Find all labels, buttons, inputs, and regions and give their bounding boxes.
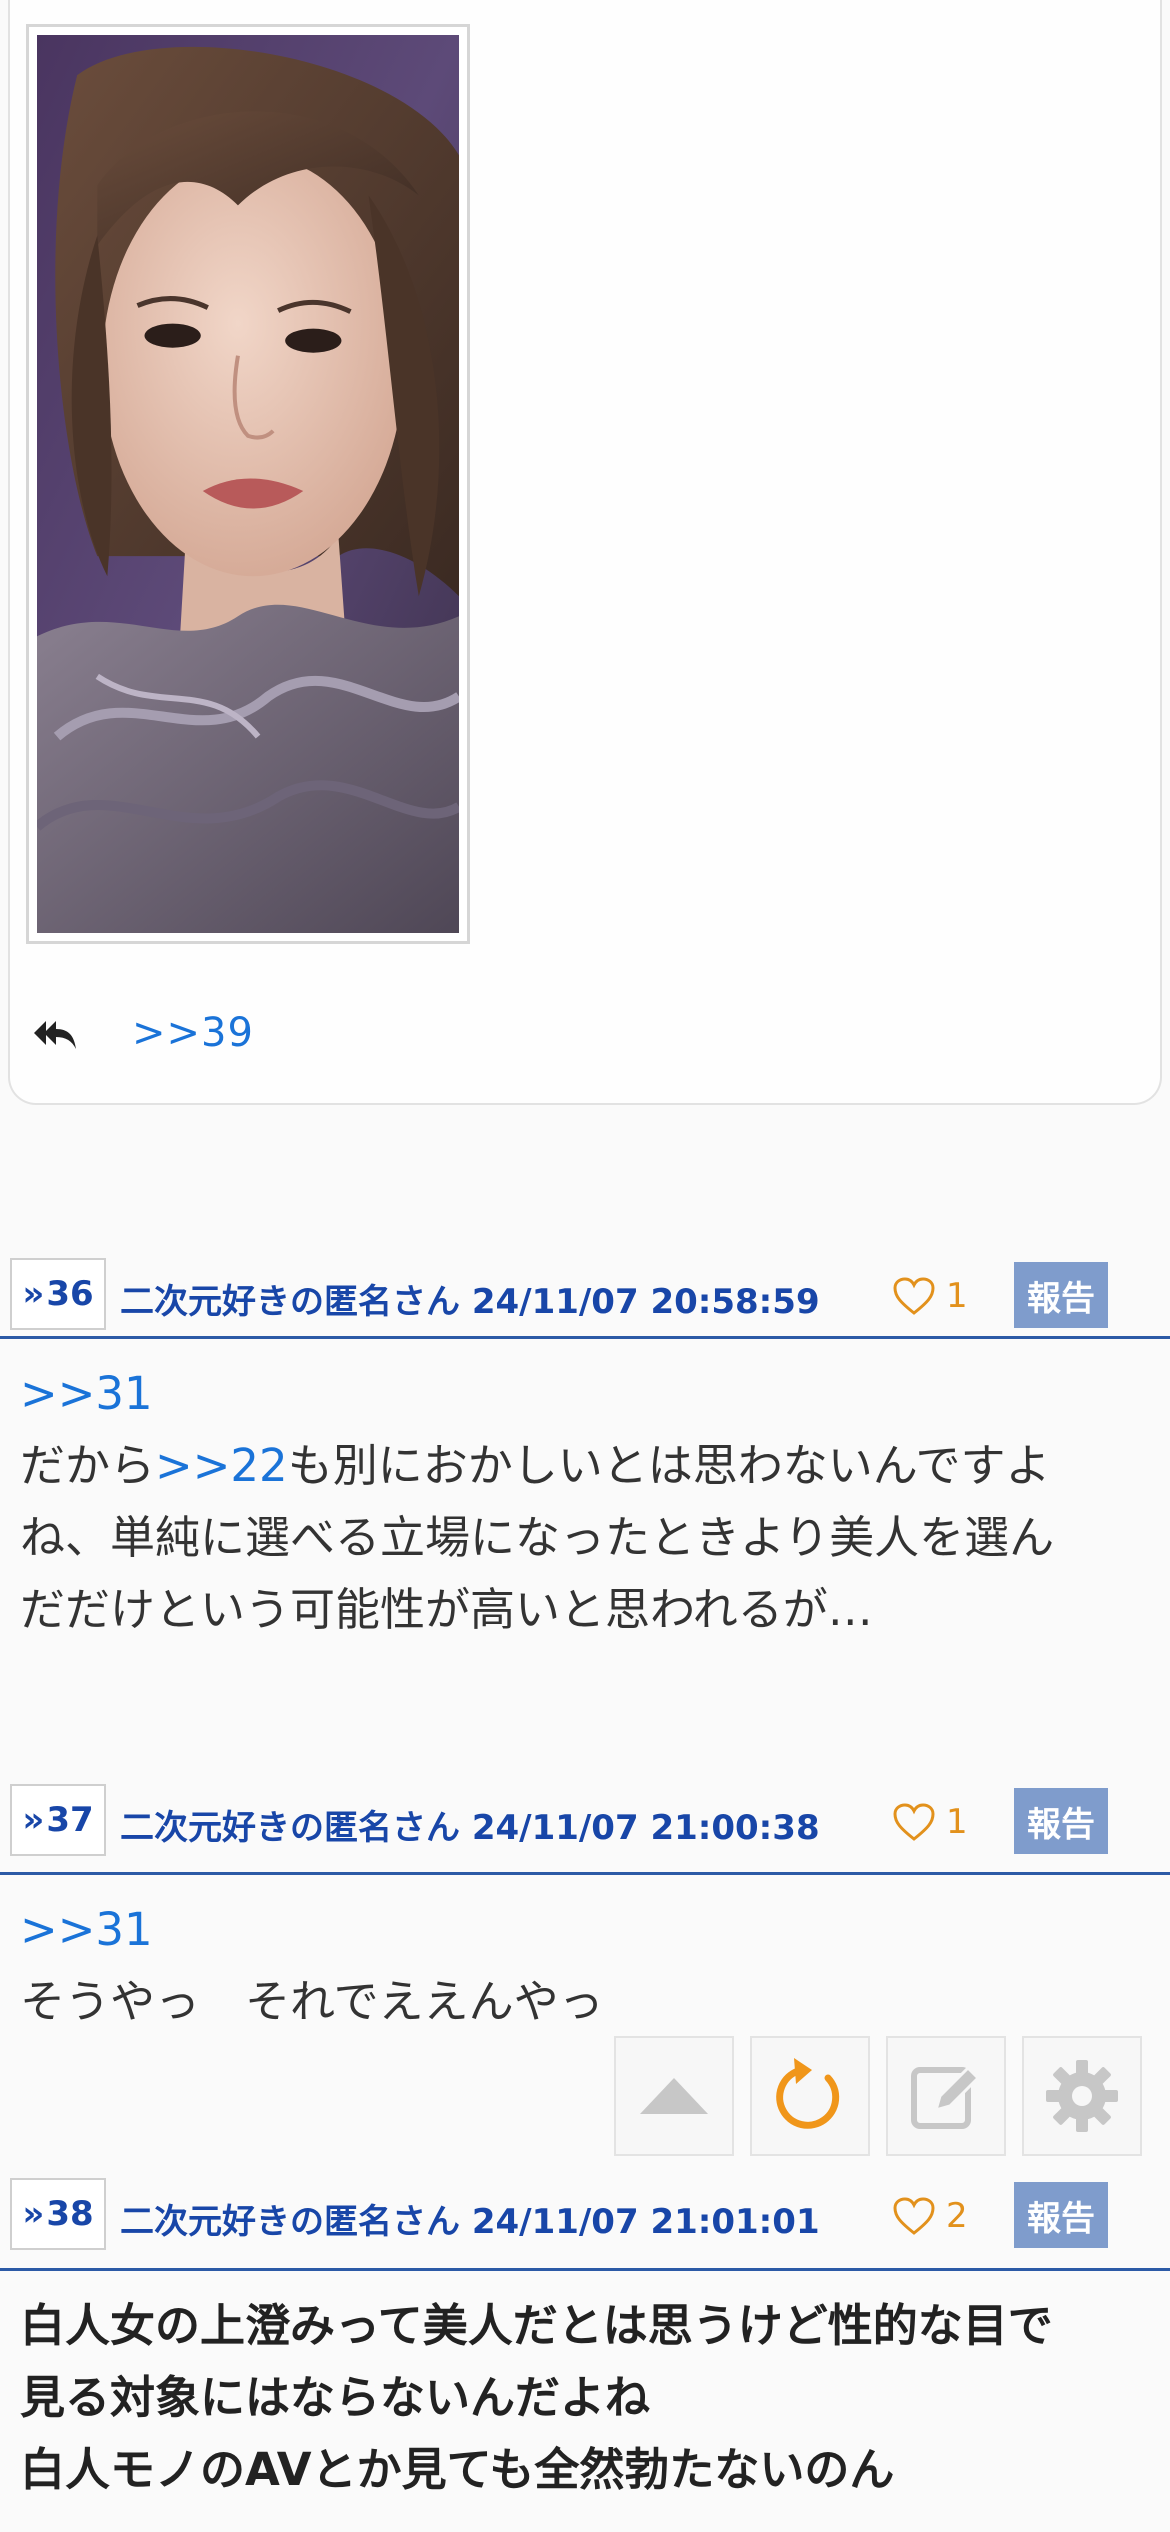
post-meta: 二次元好きの匿名さん 24/11/07 21:00:38	[120, 1800, 820, 1849]
reply-link[interactable]: >>39	[132, 1010, 254, 1056]
post-text-line: ね、単純に選べる立場になったときより美人を選ん	[20, 1511, 1055, 1564]
post-image[interactable]	[37, 35, 459, 933]
like-button[interactable]: 1	[892, 1272, 968, 1320]
reply-all-icon[interactable]	[32, 1015, 76, 1051]
post-datetime: 24/11/07 20:58:59	[471, 1282, 820, 1322]
double-chevron-icon: »	[22, 2194, 45, 2234]
post-header-38: » 38 二次元好きの匿名さん 24/11/07 21:01:01 2 報告	[0, 2178, 1170, 2258]
post-divider	[0, 1336, 1170, 1339]
floating-toolbar	[614, 2036, 1142, 2156]
post-body-37: >>31 そうやっ それでええんやっ	[20, 1894, 1150, 2038]
post-number: 37	[46, 1800, 94, 1840]
like-count: 1	[946, 1802, 968, 1842]
report-button[interactable]: 報告	[1014, 2182, 1108, 2248]
scroll-top-button[interactable]	[614, 2036, 734, 2156]
inline-anchor-link[interactable]: >>22	[155, 1439, 288, 1492]
like-count: 1	[946, 1276, 968, 1316]
edit-icon	[911, 2065, 981, 2129]
post-text-line: 白人女の上澄みって美人だとは思うけど性的な目で	[20, 2299, 1053, 2352]
post-text-line: 白人モノのAVとか見ても全然勃たないのん	[20, 2443, 895, 2496]
post-meta: 二次元好きの匿名さん 24/11/07 20:58:59	[120, 1274, 820, 1323]
refresh-button[interactable]	[750, 2036, 870, 2156]
post-author: 二次元好きの匿名さん	[120, 1282, 460, 1322]
thread-page: >>39 » 36 二次元好きの匿名さん 24/11/07 20:58:59 1…	[0, 0, 1170, 2532]
post-text-line: だから>>22も別におかしいとは思わないんですよ	[20, 1430, 1150, 1502]
post-author: 二次元好きの匿名さん	[120, 2202, 460, 2242]
text-segment: も別におかしいとは思わないんですよ	[287, 1439, 1051, 1492]
double-chevron-icon: »	[22, 1800, 45, 1840]
double-chevron-icon: »	[22, 1274, 45, 1314]
post-divider	[0, 1872, 1170, 1875]
post-text-line: だだけという可能性が高いと思われるが…	[20, 1583, 873, 1636]
post-body-38: 白人女の上澄みって美人だとは思うけど性的な目で 見る対象にはならないんだよね 白…	[20, 2290, 1150, 2506]
text-segment: だから	[20, 1439, 156, 1492]
like-count: 2	[946, 2196, 968, 2236]
post-meta: 二次元好きの匿名さん 24/11/07 21:01:01	[120, 2194, 820, 2243]
post-text-line: 見る対象にはならないんだよね	[20, 2371, 651, 2424]
heart-icon	[893, 1277, 935, 1315]
reply-row: >>39	[32, 1005, 254, 1061]
post-datetime: 24/11/07 21:00:38	[471, 1808, 820, 1848]
settings-button[interactable]	[1022, 2036, 1142, 2156]
edit-button[interactable]	[886, 2036, 1006, 2156]
refresh-icon	[776, 2058, 840, 2129]
heart-icon	[893, 2197, 935, 2235]
reply-anchor-link[interactable]: >>31	[20, 1358, 1150, 1430]
post-image-frame[interactable]	[26, 24, 470, 944]
reply-anchor-link[interactable]: >>31	[20, 1894, 1150, 1966]
like-button[interactable]: 1	[892, 1798, 968, 1846]
post-body-36: >>31 だから>>22も別におかしいとは思わないんですよ ね、単純に選べる立場…	[20, 1358, 1150, 1646]
post-header-37: » 37 二次元好きの匿名さん 24/11/07 21:00:38 1 報告	[0, 1784, 1170, 1864]
post-number: 36	[46, 1274, 94, 1314]
gear-icon	[1046, 2060, 1118, 2132]
quoted-post-card: >>39	[8, 0, 1162, 1105]
post-number-button[interactable]: » 36	[10, 1258, 106, 1330]
scroll-top-icon	[640, 2078, 708, 2114]
heart-icon	[893, 1803, 935, 1841]
report-button[interactable]: 報告	[1014, 1788, 1108, 1854]
post-author: 二次元好きの匿名さん	[120, 1808, 460, 1848]
post-number-button[interactable]: » 37	[10, 1784, 106, 1856]
post-number-button[interactable]: » 38	[10, 2178, 106, 2250]
post-header-36: » 36 二次元好きの匿名さん 24/11/07 20:58:59 1 報告	[0, 1258, 1170, 1338]
report-button[interactable]: 報告	[1014, 1262, 1108, 1328]
portrait-photo	[37, 35, 459, 933]
post-divider	[0, 2268, 1170, 2271]
post-datetime: 24/11/07 21:01:01	[471, 2202, 820, 2242]
post-text-line: そうやっ それでええんやっ	[20, 1975, 604, 2028]
post-number: 38	[46, 2194, 94, 2234]
like-button[interactable]: 2	[892, 2192, 968, 2240]
